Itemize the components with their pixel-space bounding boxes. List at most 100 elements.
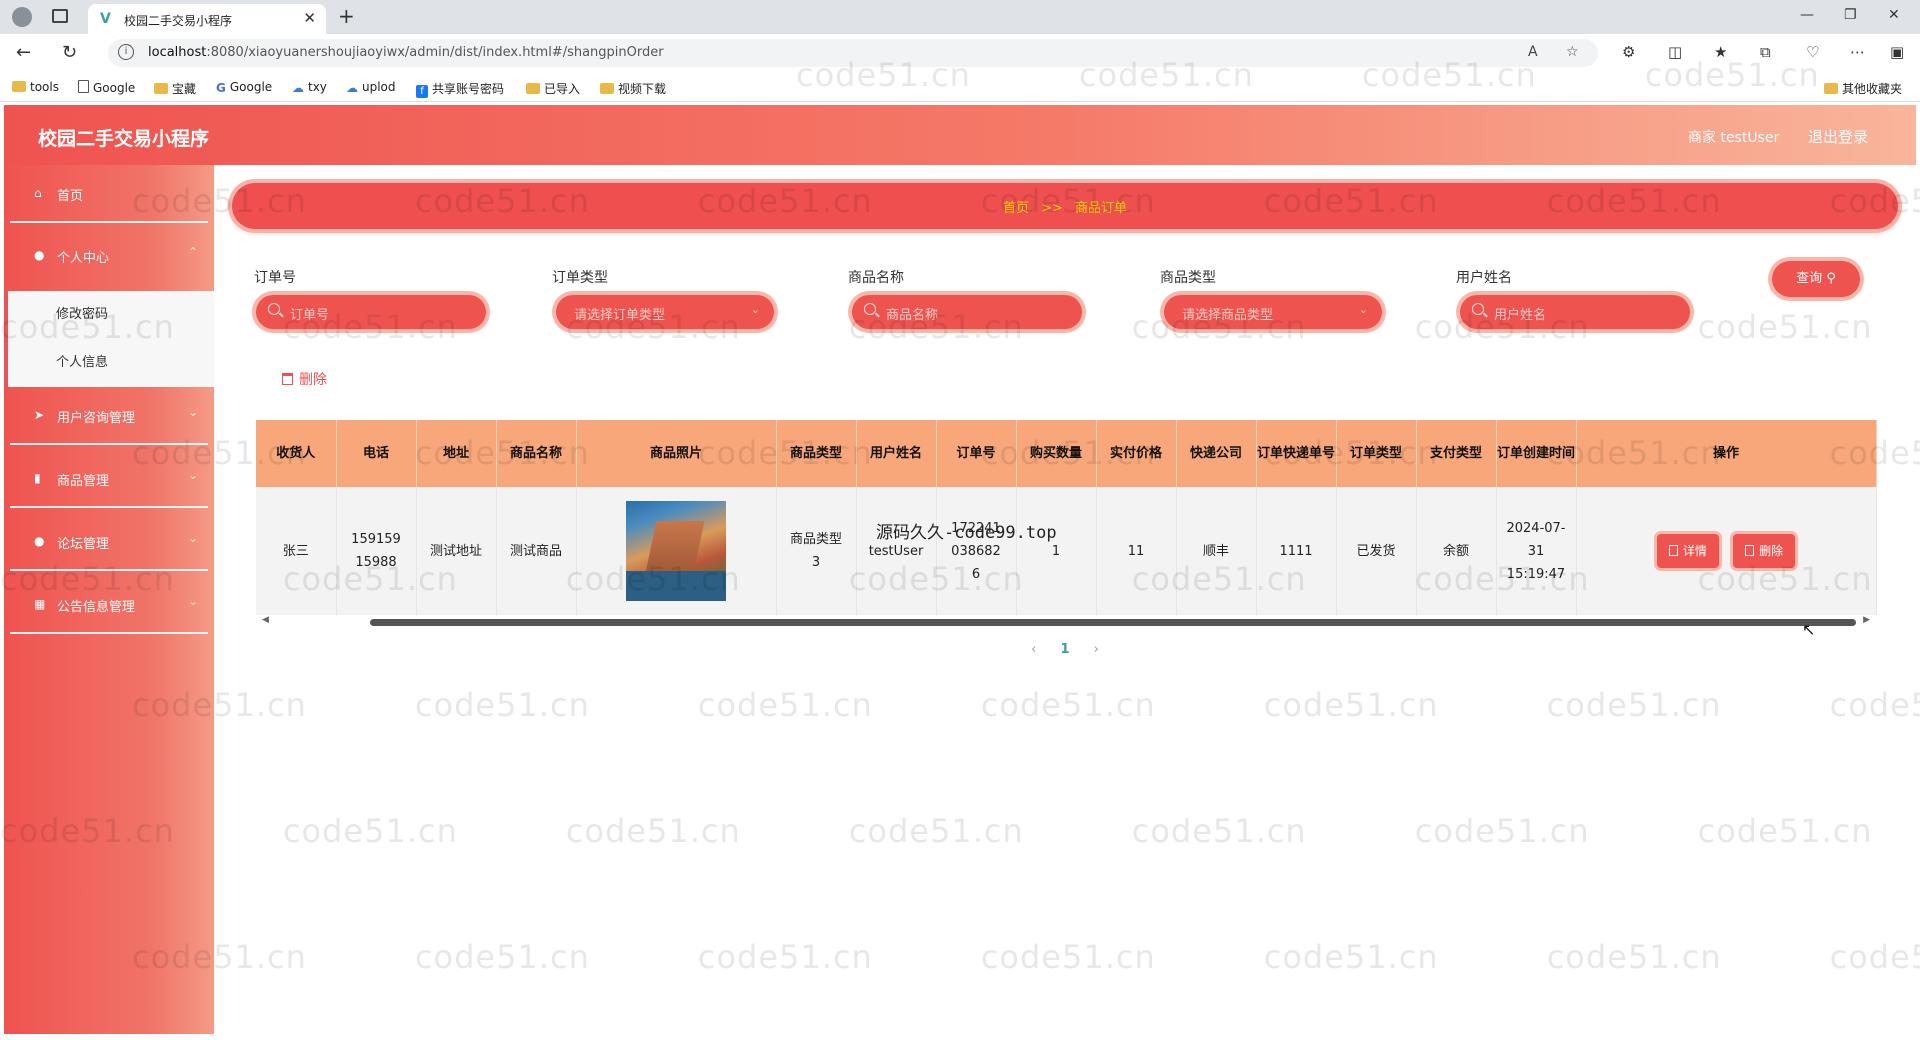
bookmark-shared-accounts[interactable]: f 共享账号密码 xyxy=(416,80,504,98)
filter-label-order-no: 订单号 xyxy=(254,270,296,286)
app-title: 校园二手交易小程序 xyxy=(38,128,210,150)
order-type-select[interactable]: 请选择订单类型 ⌄ xyxy=(556,295,774,329)
divider xyxy=(10,506,208,508)
order-no-input[interactable]: 订单号 xyxy=(256,295,486,329)
cell-product-name: 测试商品 xyxy=(496,487,577,615)
cell-order-no: 1722410386826 xyxy=(936,487,1017,615)
cell-courier: 顺丰 xyxy=(1176,487,1257,615)
extensions-icon[interactable]: ⚙ xyxy=(1622,43,1635,61)
new-tab-icon[interactable]: + xyxy=(338,4,355,28)
favorite-star-icon[interactable]: ☆ xyxy=(1566,44,1579,60)
profile-icon[interactable] xyxy=(12,7,32,27)
col-created: 订单创建时间 xyxy=(1496,420,1577,487)
sidebar-toggle-icon[interactable]: ▣ xyxy=(1890,43,1904,61)
scroll-right-icon[interactable]: ▶ xyxy=(1863,615,1870,625)
sidebar-item-personal-center[interactable]: ● 个人中心 ⌃ xyxy=(4,227,214,285)
cell-pay-type: 余额 xyxy=(1416,487,1497,615)
query-button[interactable]: 查询 ⚲ xyxy=(1772,261,1860,297)
sidebar-item-forum[interactable]: ● 论坛管理 ⌄ xyxy=(4,513,214,571)
refresh-icon[interactable]: ↻ xyxy=(62,42,77,63)
pager-next-icon[interactable]: › xyxy=(1094,642,1099,657)
site-info-icon[interactable]: i xyxy=(118,44,134,60)
document-icon xyxy=(1668,545,1678,556)
sidebar-item-label: 用户咨询管理 xyxy=(57,411,136,426)
cell-tracking-no: 1111 xyxy=(1256,487,1337,615)
bookmark-google[interactable]: Google xyxy=(78,80,135,95)
collections-icon[interactable]: ⧉ xyxy=(1760,43,1771,61)
restore-icon[interactable]: ❐ xyxy=(1844,7,1857,23)
tab-close-icon[interactable]: ✕ xyxy=(303,9,316,27)
divider xyxy=(10,632,208,634)
window-close-icon[interactable]: ✕ xyxy=(1888,7,1900,23)
filter-label-product-type: 商品类型 xyxy=(1160,270,1216,286)
cell-receiver: 张三 xyxy=(256,487,337,615)
divider xyxy=(10,569,208,571)
bookmark-video-download[interactable]: 视频下载 xyxy=(600,80,666,97)
favorites-icon[interactable]: ★ xyxy=(1714,43,1727,61)
col-courier: 快递公司 xyxy=(1176,420,1257,487)
bookmark-tools[interactable]: tools xyxy=(12,80,59,94)
overlay-watermark-text: 源码久久-code99.top xyxy=(876,523,1057,543)
orders-table: 收货人 电话 地址 商品名称 商品照片 商品类型 用户姓名 订单号 购买数量 实… xyxy=(256,420,1877,615)
submenu-personal-info[interactable]: 个人信息 xyxy=(56,351,108,370)
cell-address: 测试地址 xyxy=(416,487,497,615)
user-name-input[interactable]: 用户姓名 xyxy=(1460,295,1690,329)
current-user-label: 商家 testUser xyxy=(1688,130,1780,146)
more-menu-icon[interactable]: ⋯ xyxy=(1850,43,1865,61)
sidebar-item-home[interactable]: ⌂ 首页 xyxy=(4,165,214,223)
search-icon xyxy=(864,303,876,315)
trash-icon xyxy=(1745,545,1755,556)
tab-actions-icon[interactable] xyxy=(52,9,68,23)
cell-price: 11 xyxy=(1096,487,1177,615)
product-type-select[interactable]: 请选择商品类型 ⌄ xyxy=(1164,295,1382,329)
mouse-cursor-icon: ↖ xyxy=(1802,620,1816,639)
col-order-no: 订单号 xyxy=(936,420,1017,487)
logout-link[interactable]: 退出登录 xyxy=(1808,126,1868,147)
chevron-down-icon: ⌄ xyxy=(187,531,198,545)
bookmark-google-2[interactable]: G Google xyxy=(216,80,272,95)
cell-quantity: 1 xyxy=(1016,487,1097,615)
pager-prev-icon[interactable]: ‹ xyxy=(1031,642,1036,657)
sidebar-item-label: 首页 xyxy=(57,189,84,204)
browser-tab[interactable]: V 校园二手交易小程序 ✕ xyxy=(88,4,326,34)
col-address: 地址 xyxy=(416,420,497,487)
chevron-down-icon: ⌄ xyxy=(187,405,198,419)
sidebar-item-products[interactable]: ▮ 商品管理 ⌄ xyxy=(4,450,214,508)
product-name-input[interactable]: 商品名称 xyxy=(852,295,1082,329)
bookmark-imported[interactable]: 已导入 xyxy=(526,80,580,97)
product-photo-image[interactable] xyxy=(626,501,726,601)
url-text: localhost:8080/xiaoyuanershoujiaoyiwx/ad… xyxy=(148,45,664,60)
sidebar-item-announcements[interactable]: ▦ 公告信息管理 ⌄ xyxy=(4,576,214,634)
divider xyxy=(10,443,208,445)
bookmark-uplod[interactable]: ☁ uplod xyxy=(346,80,396,95)
col-product-name: 商品名称 xyxy=(496,420,577,487)
scrollbar-thumb[interactable] xyxy=(370,619,1856,626)
grid-icon: ▦ xyxy=(34,597,46,611)
submenu-change-password[interactable]: 修改密码 xyxy=(56,303,108,322)
cell-phone: 15915915988 xyxy=(336,487,417,615)
table-horizontal-scrollbar[interactable]: ◀ ▶ xyxy=(256,615,1876,627)
cell-user-name: testUser xyxy=(856,487,937,615)
user-icon: ● xyxy=(34,534,45,548)
col-receiver: 收货人 xyxy=(256,420,337,487)
delete-row-button[interactable]: 删除 xyxy=(1733,534,1796,568)
table-row[interactable]: 张三 15915915988 测试地址 测试商品 商品类型3 testUser … xyxy=(256,487,1877,615)
bookmark-treasure[interactable]: 宝藏 xyxy=(154,80,196,97)
back-icon[interactable]: ← xyxy=(16,42,31,63)
split-screen-icon[interactable]: ◫ xyxy=(1668,43,1682,61)
chevron-down-icon: ⌄ xyxy=(750,303,760,316)
folder-icon xyxy=(1824,83,1838,94)
bookmark-txy[interactable]: ☁ txy xyxy=(292,80,327,95)
url-field[interactable]: i localhost:8080/xiaoyuanershoujiaoyiwx/… xyxy=(108,39,1598,67)
filter-label-product-name: 商品名称 xyxy=(848,270,904,286)
read-aloud-icon[interactable]: A xyxy=(1528,44,1538,60)
pager-page-current[interactable]: 1 xyxy=(1060,642,1069,657)
sidebar-item-consultation[interactable]: ➤ 用户咨询管理 ⌄ xyxy=(4,387,214,445)
batch-delete-button[interactable]: 删除 xyxy=(282,369,327,389)
detail-button[interactable]: 详情 xyxy=(1656,534,1719,568)
bookmark-other-favorites[interactable]: 其他收藏夹 xyxy=(1824,80,1902,97)
minimize-icon[interactable]: — xyxy=(1800,7,1814,23)
browser-essentials-icon[interactable]: ♡ xyxy=(1806,43,1819,61)
breadcrumb-home[interactable]: 首页 xyxy=(1003,201,1029,216)
scroll-left-icon[interactable]: ◀ xyxy=(262,615,269,625)
